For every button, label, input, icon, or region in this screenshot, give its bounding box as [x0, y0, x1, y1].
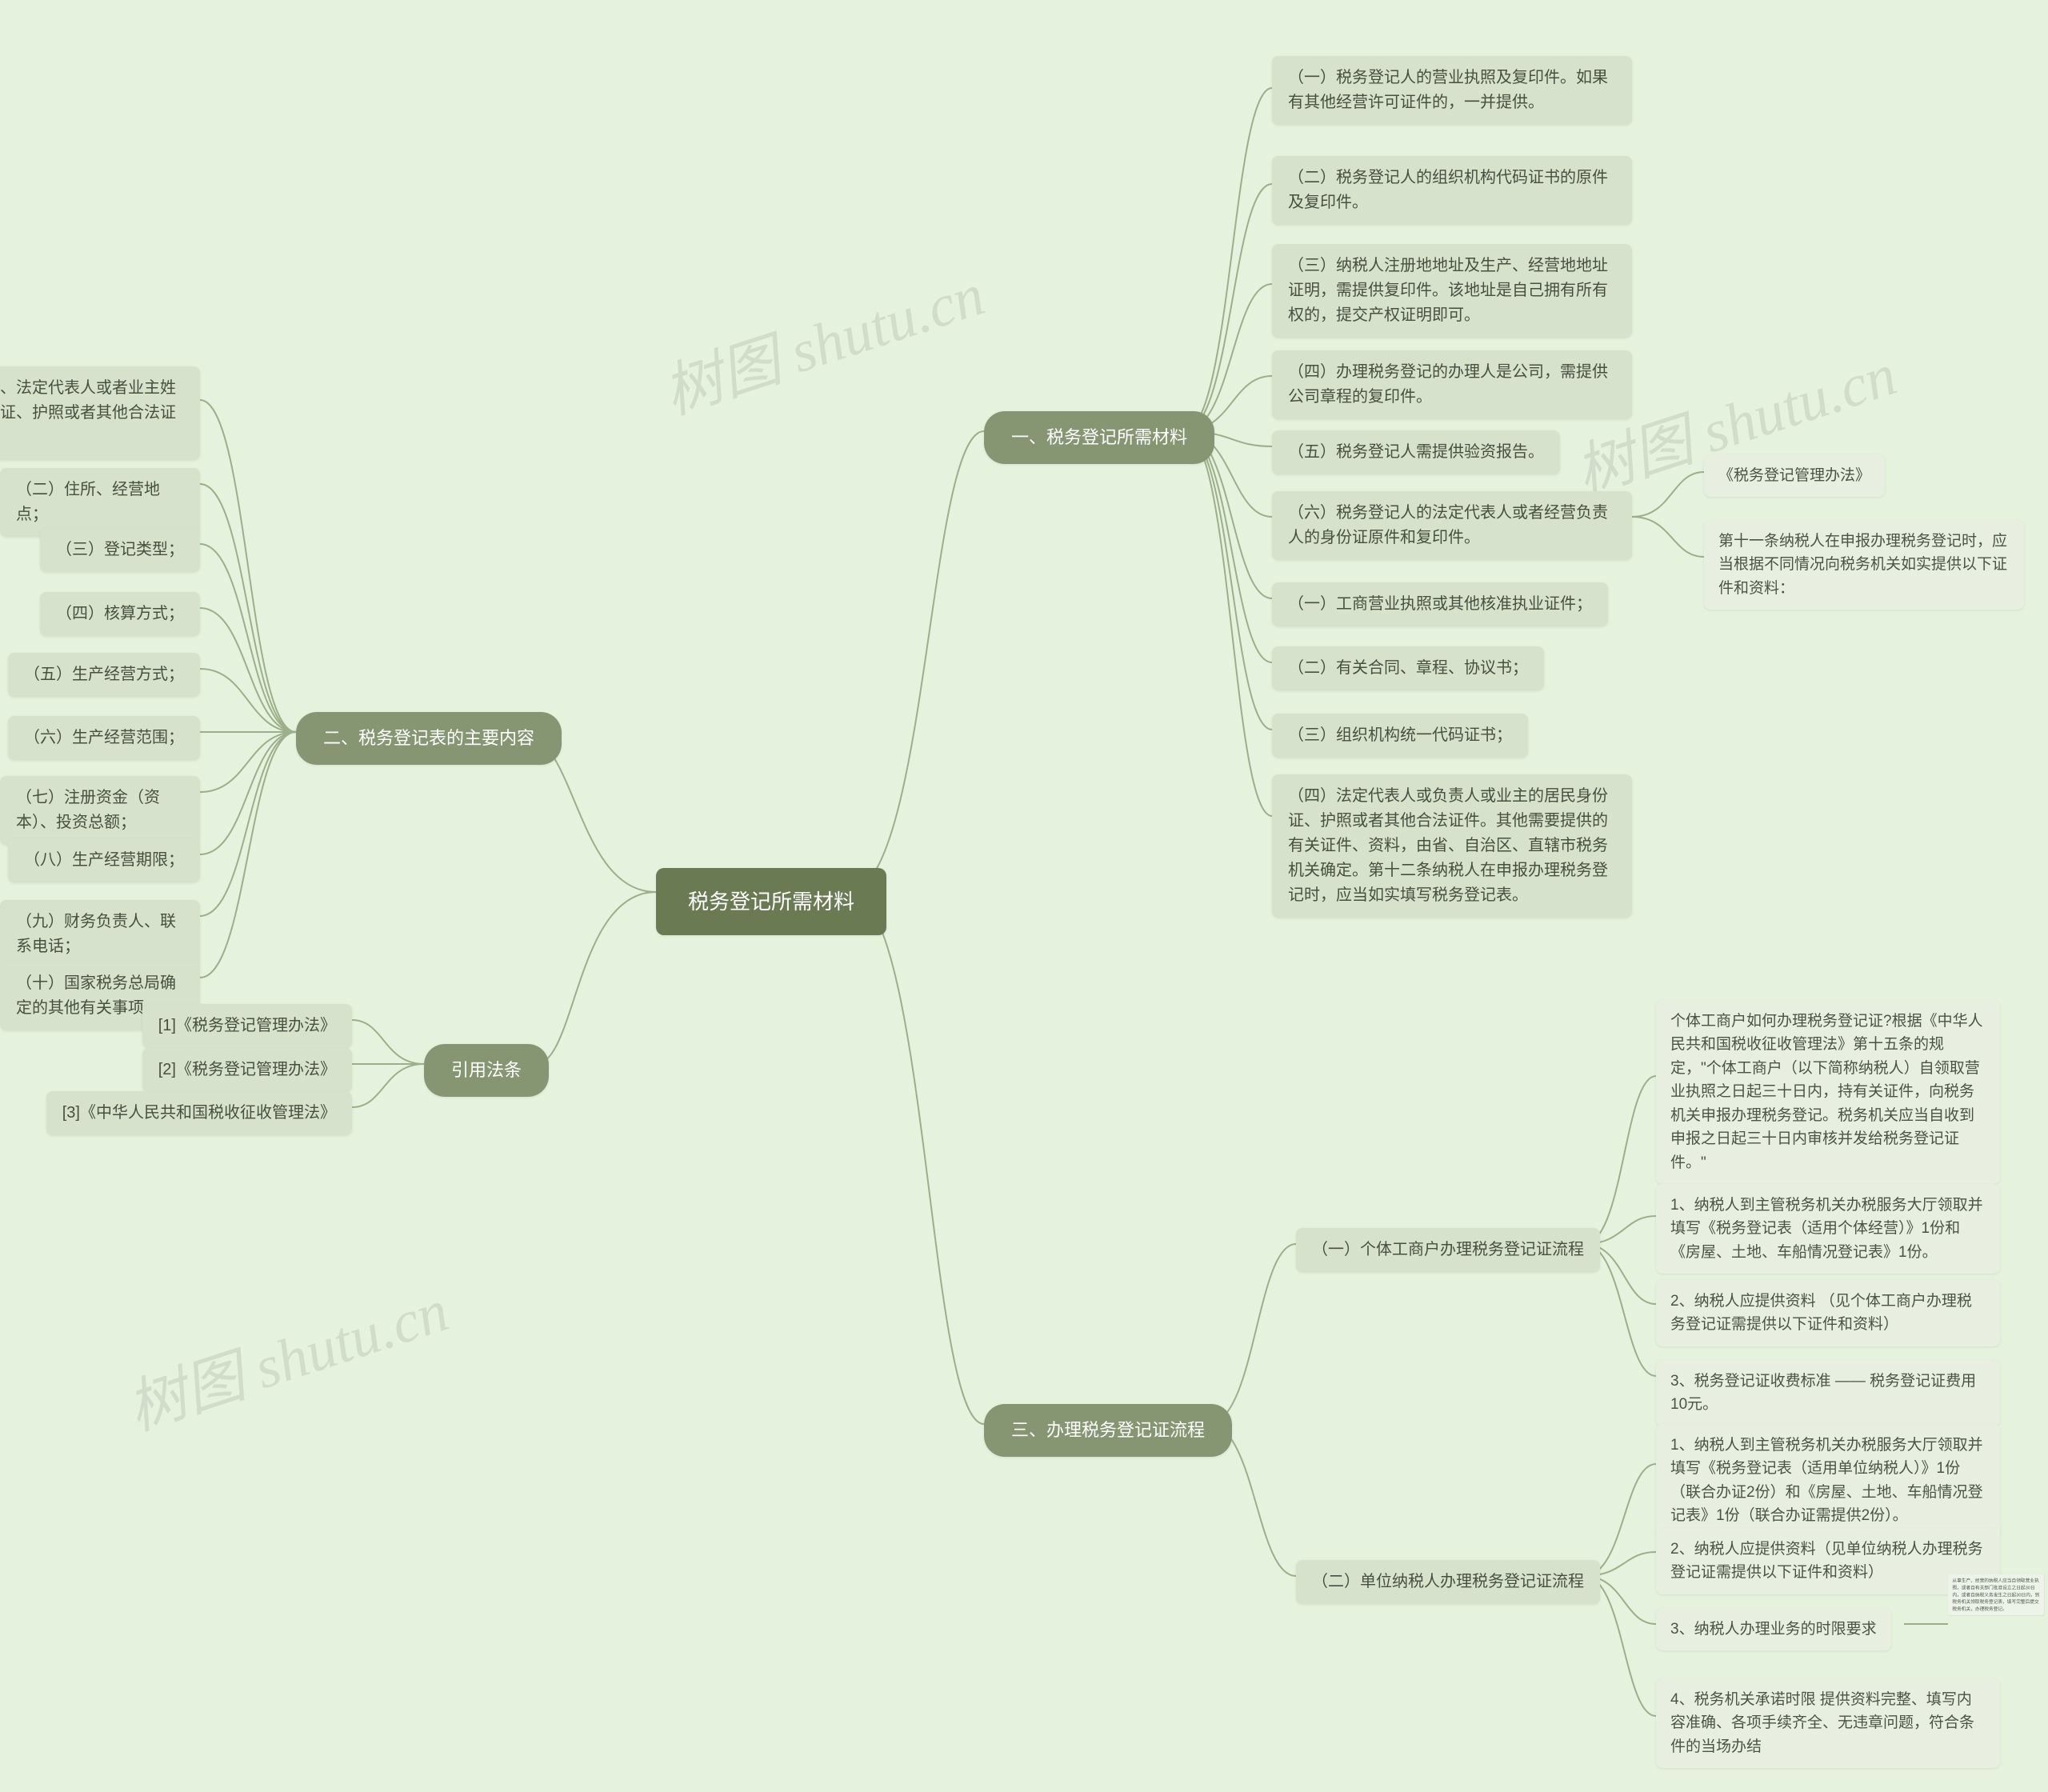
- watermark: 树图 shutu.cn: [115, 1262, 458, 1446]
- b1-item-8[interactable]: （二）有关合同、章程、协议书；: [1272, 646, 1544, 690]
- b4-item-2[interactable]: [2]《税务登记管理办法》: [142, 1048, 352, 1092]
- b1-ref-b[interactable]: 第十一条纳税人在申报办理税务登记时，应当根据不同情况向税务机关如实提供以下证件和…: [1704, 520, 2024, 610]
- b3-s1-item-4[interactable]: 3、税务登记证收费标准 —— 税务登记证费用10元。: [1656, 1360, 2000, 1426]
- b4-item-1[interactable]: [1]《税务登记管理办法》: [142, 1004, 352, 1048]
- b1-item-2[interactable]: （二）税务登记人的组织机构代码证书的原件及复印件。: [1272, 156, 1632, 225]
- b1-ref-a[interactable]: 《税务登记管理办法》: [1704, 454, 1885, 497]
- b4-item-3[interactable]: [3]《中华人民共和国税收征收管理法》: [46, 1091, 352, 1135]
- b3-sub2[interactable]: （二）单位纳税人办理税务登记证流程: [1296, 1560, 1600, 1604]
- b1-item-1[interactable]: （一）税务登记人的营业执照及复印件。如果有其他经营许可证件的，一并提供。: [1272, 56, 1632, 125]
- watermark: 树图 shutu.cn: [651, 246, 994, 430]
- branch-1[interactable]: 一、税务登记所需材料: [984, 411, 1214, 464]
- b3-s2-item-4[interactable]: 4、税务机关承诺时限 提供资料完整、填写内容准确、各项手续齐全、无违章问题，符合…: [1656, 1678, 2000, 1768]
- b1-item-6[interactable]: （六）税务登记人的法定代表人或者经营负责人的身份证原件和复印件。: [1272, 491, 1632, 560]
- b2-item-2[interactable]: （二）住所、经营地点；: [0, 468, 200, 537]
- b2-item-5[interactable]: （五）生产经营方式；: [8, 653, 200, 697]
- b3-s2-item-3-detail[interactable]: 从事生产、经营的纳税人应当自领取营业执照，或者自有关部门批准设立之日起30日内，…: [1948, 1574, 2044, 1615]
- b2-item-3[interactable]: （三）登记类型；: [40, 528, 200, 572]
- b2-item-4[interactable]: （四）核算方式；: [40, 592, 200, 636]
- root-node[interactable]: 税务登记所需材料: [656, 868, 886, 935]
- b3-s1-item-1[interactable]: 个体工商户如何办理税务登记证?根据《中华人民共和国税收征收管理法》第十五条的规定…: [1656, 1000, 2000, 1184]
- b2-item-7[interactable]: （七）注册资金（资本）、投资总额；: [0, 776, 200, 845]
- b2-item-8[interactable]: （八）生产经营期限；: [8, 838, 200, 882]
- b2-item-9[interactable]: （九）财务负责人、联系电话；: [0, 900, 200, 969]
- b3-sub1[interactable]: （一）个体工商户办理税务登记证流程: [1296, 1228, 1600, 1272]
- b3-s1-item-3[interactable]: 2、纳税人应提供资料 （见个体工商户办理税务登记证需提供以下证件和资料）: [1656, 1280, 2000, 1346]
- b2-item-6[interactable]: （六）生产经营范围；: [8, 716, 200, 760]
- b1-item-9[interactable]: （三）组织机构统一代码证书；: [1272, 714, 1528, 758]
- b1-item-10[interactable]: （四）法定代表人或负责人或业主的居民身份证、护照或者其他合法证件。其他需要提供的…: [1272, 774, 1632, 918]
- b1-item-4[interactable]: （四）办理税务登记的办理人是公司，需提供公司章程的复印件。: [1272, 350, 1632, 419]
- b2-item-1[interactable]: （一）单位名称、法定代表人或者业主姓名及其居民身份证、护照或者其他合法证件的号码…: [0, 366, 200, 460]
- b3-s1-item-2[interactable]: 1、纳税人到主管税务机关办税服务大厅领取并填写《税务登记表（适用个体经营）》1份…: [1656, 1184, 2000, 1274]
- b3-s2-item-1[interactable]: 1、纳税人到主管税务机关办税服务大厅领取并填写《税务登记表（适用单位纳税人）》1…: [1656, 1424, 2000, 1538]
- branch-4[interactable]: 引用法条: [424, 1044, 549, 1097]
- b3-s2-item-3[interactable]: 3、纳税人办理业务的时限要求: [1656, 1608, 1891, 1650]
- b1-item-3[interactable]: （三）纳税人注册地地址及生产、经营地地址证明，需提供复印件。该地址是自己拥有所有…: [1272, 244, 1632, 338]
- branch-2[interactable]: 二、税务登记表的主要内容: [296, 712, 562, 765]
- b1-item-5[interactable]: （五）税务登记人需提供验资报告。: [1272, 430, 1560, 474]
- branch-3[interactable]: 三、办理税务登记证流程: [984, 1404, 1232, 1457]
- b1-item-7[interactable]: （一）工商营业执照或其他核准执业证件；: [1272, 582, 1608, 626]
